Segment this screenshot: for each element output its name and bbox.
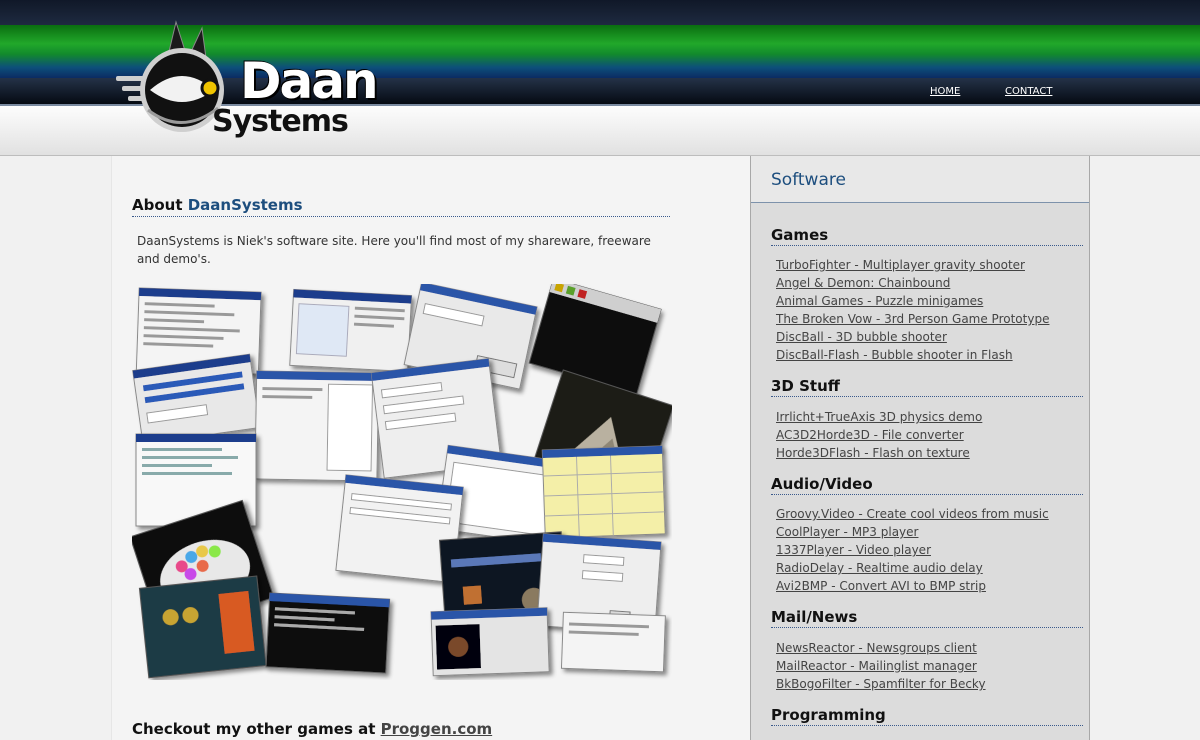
- link-newsreactor[interactable]: NewsReactor - Newsgroups client: [776, 641, 977, 655]
- site-header: Daan Systems HOME CONTACT: [0, 0, 1200, 156]
- link-angel-demon[interactable]: Angel & Demon: Chainbound: [776, 276, 950, 290]
- sidebar-header: Software: [751, 156, 1089, 203]
- link-mailreactor[interactable]: MailReactor - Mailinglist manager: [776, 659, 977, 673]
- checkout-heading: Checkout my other games at Proggen.com: [132, 720, 492, 738]
- link-discball-flash[interactable]: DiscBall-Flash - Bubble shooter in Flash: [776, 348, 1013, 362]
- category-audio-video-heading: Audio/Video: [771, 475, 1083, 495]
- site-logo[interactable]: Daan Systems: [110, 18, 410, 143]
- screenshot-collage: [132, 284, 672, 679]
- category-games-heading: Games: [771, 226, 1083, 246]
- about-heading-prefix: About: [132, 196, 188, 214]
- link-1337player[interactable]: 1337Player - Video player: [776, 543, 931, 557]
- logo-text-daan: Daan: [240, 52, 379, 110]
- intro-text: DaanSystems is Niek's software site. Her…: [137, 234, 651, 266]
- link-animal-games[interactable]: Animal Games - Puzzle minigames: [776, 294, 983, 308]
- link-turbofighter[interactable]: TurboFighter - Multiplayer gravity shoot…: [776, 258, 1025, 272]
- link-bkbogofilter[interactable]: BkBogoFilter - Spamfilter for Becky: [776, 677, 986, 691]
- logo-text-systems: Systems: [212, 104, 349, 139]
- category-mail-news-heading: Mail/News: [771, 608, 1083, 628]
- sidebar-title: Software: [771, 170, 846, 190]
- software-sidebar: Software Games TurboFighter - Multiplaye…: [750, 156, 1090, 740]
- about-heading: About DaanSystems: [132, 196, 670, 217]
- link-coolplayer[interactable]: CoolPlayer - MP3 player: [776, 525, 918, 539]
- link-irrlicht-trueaxis[interactable]: Irrlicht+TrueAxis 3D physics demo: [776, 410, 982, 424]
- link-groovy-video[interactable]: Groovy.Video - Create cool videos from m…: [776, 507, 1049, 521]
- proggen-link[interactable]: Proggen.com: [381, 720, 493, 738]
- checkout-prefix: Checkout my other games at: [132, 720, 381, 738]
- category-3d-stuff-heading: 3D Stuff: [771, 377, 1083, 397]
- link-avi2bmp[interactable]: Avi2BMP - Convert AVI to BMP strip: [776, 579, 986, 593]
- category-programming-heading: Programming: [771, 706, 1083, 726]
- nav-contact-link[interactable]: CONTACT: [1005, 86, 1052, 97]
- link-discball[interactable]: DiscBall - 3D bubble shooter: [776, 330, 947, 344]
- link-horde3dflash[interactable]: Horde3DFlash - Flash on texture: [776, 446, 970, 460]
- nav-home-link[interactable]: HOME: [930, 86, 960, 97]
- link-ac3d2horde3d[interactable]: AC3D2Horde3D - File converter: [776, 428, 964, 442]
- about-heading-accent: DaanSystems: [187, 196, 303, 214]
- link-broken-vow[interactable]: The Broken Vow - 3rd Person Game Prototy…: [776, 312, 1049, 326]
- main-content: About DaanSystems DaanSystems is Niek's …: [111, 156, 750, 740]
- link-radiodelay[interactable]: RadioDelay - Realtime audio delay: [776, 561, 983, 575]
